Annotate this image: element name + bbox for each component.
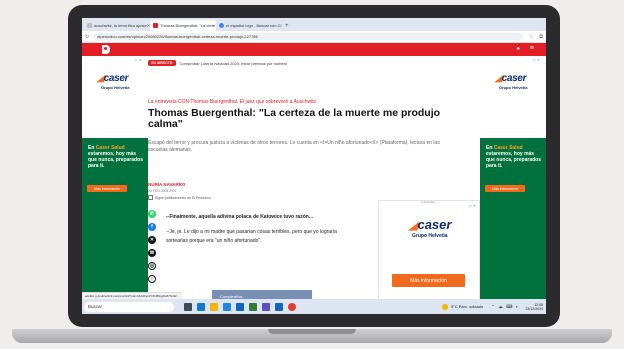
more-share-icon[interactable]: ○ xyxy=(148,275,156,283)
user-icon[interactable]: ● xyxy=(516,46,520,52)
follow-checkbox-icon xyxy=(148,195,153,200)
rail-promo-panel: En Caser Salud estaremos, hoy más que nu… xyxy=(480,138,546,299)
article-paragraph: --Je, je. Le dijo a mi madre que pasaría… xyxy=(166,229,337,244)
favicon-icon xyxy=(153,23,158,28)
close-tab-icon[interactable]: ✕ xyxy=(281,23,282,28)
bottom-ad-banner[interactable]: Cumpleaños xyxy=(212,290,312,299)
rail-promo-text: En Caser Salud estaremos, hoy más que nu… xyxy=(486,145,542,169)
article-headline: Thomas Buergenthal: "La certeza de la mu… xyxy=(148,107,441,130)
system-tray[interactable]: ⌃ ☁ ⌨ ◐ xyxy=(491,304,519,310)
inline-cta-button[interactable]: Más información xyxy=(392,274,465,287)
windows-taskbar: Buscar 5°C Parc. soleado ⌃ ☁ ⌨ ◐ 12:08 2… xyxy=(82,299,546,314)
rail-promo-panel: En Caser Salud estaremos, hoy más que nu… xyxy=(82,138,148,299)
article-kicker: La entrevista CON Thomas Buergenthal, El… xyxy=(148,99,317,105)
browser-tab-strip: auschwitz, la terrorífica ajuste ✕ Thoma… xyxy=(82,18,546,31)
caser-logo: ◢caser xyxy=(495,73,527,84)
browser-tab-3[interactable]: el español logo - Buscar con G ✕ xyxy=(216,20,282,31)
ad-choices-icon[interactable]: ▷ ✕ xyxy=(469,204,476,208)
weather-widget[interactable]: 5°C Parc. soleado xyxy=(441,303,484,310)
laptop-notch xyxy=(268,329,356,334)
url-field[interactable]: elperiodico.com/es/opinion/20080226/thom… xyxy=(93,33,523,40)
browser-tab-1[interactable]: auschwitz, la terrorífica ajuste ✕ xyxy=(84,20,150,31)
store-icon[interactable] xyxy=(223,302,231,311)
web-page: ● ≡ ▷ ✕ ◢caser Grupo Helvetia En Caser S… xyxy=(82,43,546,299)
brand-subtitle: Grupo Helvetia xyxy=(412,233,448,239)
reload-icon[interactable]: ↻ xyxy=(85,34,89,40)
excel-icon[interactable] xyxy=(249,302,257,311)
status-bar-url: adclick.g.doubleclick.net/pcs/click?xai=… xyxy=(82,292,182,299)
follow-line[interactable]: Sigue publicaciones de El Periódico xyxy=(148,195,211,200)
brand-subtitle: Grupo Helvetia xyxy=(499,85,528,90)
share-bar: ✆ f ✕ ✉ ◎ ○ xyxy=(148,210,158,288)
url-text: elperiodico.com/es/opinion/20080226/thom… xyxy=(97,34,258,39)
brand-subtitle: Grupo Helvetia xyxy=(101,85,130,90)
tab-label: Thomas Buergenthal: "La certe xyxy=(160,23,216,28)
sun-icon xyxy=(441,303,448,310)
taskbar-apps xyxy=(184,302,301,311)
inline-ad[interactable]: Publicidad ▷ ✕ ◢caser Grupo Helvetia Más… xyxy=(378,200,480,299)
weather-text: 5°C Parc. soleado xyxy=(450,304,484,309)
word-icon[interactable] xyxy=(275,302,283,311)
clock-date: 23/12/2024 xyxy=(525,306,543,311)
live-badge: EN DIRECTO xyxy=(148,60,176,66)
left-rail-ad[interactable]: ▷ ✕ ◢caser Grupo Helvetia En Caser Salud… xyxy=(82,56,148,299)
mail-app-icon[interactable] xyxy=(236,302,244,311)
facebook-icon[interactable]: f xyxy=(148,223,156,231)
caser-logo: ◢caser xyxy=(97,73,129,84)
messenger-icon[interactable]: ◎ xyxy=(148,262,156,270)
ad-label: Publicidad xyxy=(421,200,435,204)
author-name[interactable]: NÚRIA NAVARRO xyxy=(148,182,185,187)
file-explorer-icon[interactable] xyxy=(210,302,218,311)
chrome-icon[interactable] xyxy=(288,302,296,311)
breaking-news-bar[interactable]: EN DIRECTO Comprobar Lotería Navidad 202… xyxy=(148,60,287,66)
email-icon[interactable]: ✉ xyxy=(148,249,156,257)
right-rail-ad[interactable]: ▷ ✕ ◢caser Grupo Helvetia En Caser Salud… xyxy=(480,56,546,299)
breaking-text[interactable]: Comprobar Lotería Navidad 2024: mirar pr… xyxy=(180,61,288,66)
search-placeholder: Buscar xyxy=(88,304,103,309)
rail-cta-button[interactable]: Más información xyxy=(485,185,525,192)
laptop-screen: auschwitz, la terrorífica ajuste ✕ Thoma… xyxy=(82,18,546,314)
new-tab-button[interactable]: + xyxy=(285,23,289,29)
article-subtitle: Escapó del terror y procura justicia a v… xyxy=(148,140,440,153)
whatsapp-icon[interactable]: ✆ xyxy=(148,210,156,218)
article-body: --Finalmente, aquella adivina polaca de … xyxy=(166,213,356,252)
x-twitter-icon[interactable]: ✕ xyxy=(148,236,156,244)
article-paragraph: --Finalmente, aquella adivina polaca de … xyxy=(166,214,313,220)
caser-logo: ◢caser xyxy=(409,217,452,232)
taskbar-search[interactable]: Buscar xyxy=(84,301,174,312)
el-periodico-logo[interactable] xyxy=(102,45,110,54)
ad-choices-icon[interactable]: ▷ ✕ xyxy=(533,58,540,62)
browser-tab-2[interactable]: Thomas Buergenthal: "La certe ✕ xyxy=(150,20,216,31)
favicon-icon xyxy=(87,23,92,28)
hamburger-menu-icon[interactable]: ≡ xyxy=(530,45,534,52)
task-view-icon[interactable] xyxy=(184,302,192,311)
extensions-icon[interactable]: ⧉ xyxy=(539,34,543,40)
taskbar-clock[interactable]: 12:08 23/12/2024 xyxy=(525,303,543,311)
publish-date: 26 FEB 2008 3:00 xyxy=(148,189,177,193)
rail-cta-button[interactable]: Más información xyxy=(87,185,127,192)
google-favicon-icon xyxy=(219,23,224,28)
tab-label: auschwitz, la terrorífica ajuste xyxy=(94,23,147,28)
address-bar-row: ↻ elperiodico.com/es/opinion/20080226/th… xyxy=(82,31,546,43)
tab-label: el español logo - Buscar con G xyxy=(226,23,281,28)
bookmark-star-icon[interactable]: ☆ xyxy=(529,34,533,40)
ad-choices-icon[interactable]: ▷ ✕ xyxy=(135,58,142,62)
follow-text: Sigue publicaciones de El Periódico xyxy=(155,195,211,200)
teams-icon[interactable] xyxy=(262,302,270,311)
article-column: EN DIRECTO Comprobar Lotería Navidad 202… xyxy=(148,56,480,299)
rail-promo-text: En Caser Salud estaremos, hoy más que nu… xyxy=(88,145,144,169)
site-header: ● ≡ xyxy=(82,43,546,56)
edge-icon[interactable] xyxy=(197,302,205,311)
